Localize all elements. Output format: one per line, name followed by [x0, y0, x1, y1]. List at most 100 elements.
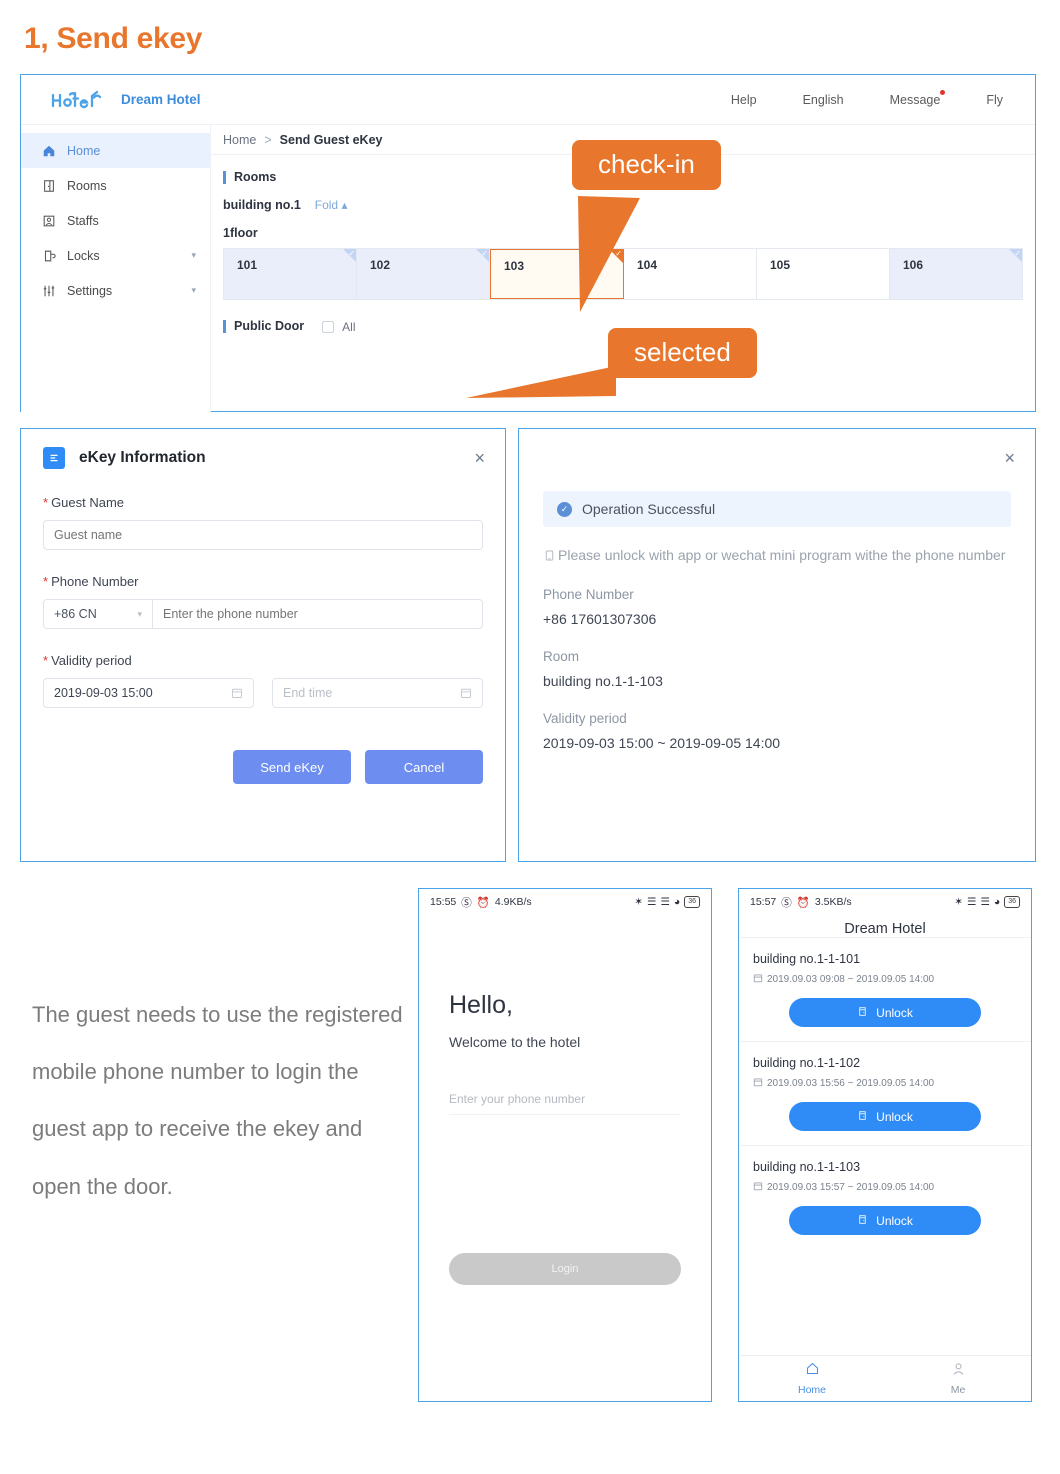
callout-check-in-pointer — [578, 196, 640, 312]
ekey-validity: 2019.09.03 15:56 ~ 2019.09.05 14:00 — [753, 1077, 1017, 1090]
status-time: 15:57 — [750, 896, 777, 908]
guest-name-field: * Guest Name — [43, 495, 483, 550]
guest-name-label: * Guest Name — [43, 495, 483, 510]
bottom-tab-bar: Home Me — [739, 1355, 1031, 1401]
cancel-button[interactable]: Cancel — [365, 750, 483, 784]
status-bar: 15:57 Ⓢ ⏰ 3.5KB/s ✶ ☰ ☰ ◕ 36 — [739, 889, 1031, 915]
tab-me[interactable]: Me — [885, 1356, 1031, 1401]
sidebar-item-home[interactable]: Home — [21, 133, 210, 168]
phone-device-icon — [543, 545, 556, 565]
room-card-102[interactable]: 102 ✓ — [357, 248, 490, 299]
guest-name-input[interactable] — [43, 520, 483, 550]
country-code-select[interactable]: +86 CN ▾ — [43, 599, 153, 629]
door-icon — [857, 1110, 868, 1124]
person-icon — [951, 1361, 966, 1381]
unlock-button-label: Unlock — [876, 1005, 913, 1020]
building-name: building no.1 — [223, 197, 301, 212]
nav-message[interactable]: Message — [889, 89, 946, 107]
room-value: building no.1-1-103 — [543, 673, 663, 690]
phone-number-input[interactable] — [153, 599, 483, 629]
fold-label: Fold — [314, 197, 339, 212]
status-icons: ✶ ☰ ☰ ◕ 36 — [954, 896, 1020, 908]
public-door-all-checkbox[interactable]: All — [322, 320, 356, 334]
send-ekey-button[interactable]: Send eKey — [233, 750, 351, 784]
validity-period-label: * Validity period — [43, 653, 483, 668]
top-nav: Help English Message Fly — [731, 89, 1003, 107]
callout-check-in-bubble: check-in — [572, 140, 721, 190]
success-phone-group: Phone Number +86 17601307306 — [543, 587, 1011, 627]
required-mark: * — [43, 495, 49, 510]
battery-icon: 36 — [1004, 896, 1020, 908]
tab-home-label: Home — [797, 1384, 826, 1396]
tab-home[interactable]: Home — [739, 1356, 885, 1401]
user-id-icon — [41, 213, 56, 228]
end-time-input[interactable]: End time — [272, 678, 483, 708]
sidebar-item-label: Locks — [67, 248, 100, 263]
status-icons: ✶ ☰ ☰ ◕ 36 — [634, 896, 700, 908]
unlock-button[interactable]: Unlock — [789, 1206, 981, 1235]
sidebar-item-rooms[interactable]: Rooms — [21, 168, 210, 203]
sidebar-item-label: Staffs — [67, 213, 99, 228]
room-card-101[interactable]: 101 ✓ — [224, 248, 357, 299]
nav-english[interactable]: English — [803, 93, 844, 107]
app-title: Dream Hotel — [844, 921, 926, 937]
network-speed: 4.9KB/s — [494, 896, 532, 908]
phone-number-field: * Phone Number +86 CN ▾ — [43, 574, 483, 629]
calendar-icon — [753, 1181, 763, 1194]
callout-check-in: check-in — [572, 140, 721, 312]
fold-toggle[interactable]: Fold ▴ — [315, 198, 348, 212]
breadcrumb-separator: > — [264, 132, 272, 147]
unlock-button[interactable]: Unlock — [789, 1102, 981, 1131]
sidebar: Home Rooms Staffs Locks ▾ Settings ▾ — [21, 125, 211, 412]
room-number: 101 — [237, 257, 258, 272]
close-icon[interactable]: × — [474, 449, 485, 467]
ekey-validity: 2019.09.03 09:08 ~ 2019.09.05 14:00 — [753, 973, 1017, 986]
list-item: building no.1-1-101 2019.09.03 09:08 ~ 2… — [739, 937, 1031, 1027]
check-mark-icon: ✓ — [481, 248, 488, 258]
success-validity-group: Validity period 2019-09-03 15:00 ~ 2019-… — [543, 711, 1011, 751]
wifi-icon: ◕ — [993, 896, 1001, 908]
required-mark: * — [43, 574, 49, 589]
start-time-input[interactable]: 2019-09-03 15:00 — [43, 678, 254, 708]
end-time-placeholder: End time — [283, 686, 333, 700]
message-badge-dot — [940, 89, 946, 95]
chevron-down-icon: ▾ — [137, 608, 142, 619]
nav-message-label: Message — [889, 92, 941, 107]
room-number: 102 — [370, 257, 391, 272]
dialog-header: eKey Information × — [21, 429, 505, 469]
validity-period-field: * Validity period 2019-09-03 15:00 End ti… — [43, 653, 483, 708]
signal-1-icon: ☰ — [967, 896, 977, 908]
breadcrumb-home[interactable]: Home — [223, 133, 256, 147]
wifi-icon: ◕ — [673, 896, 681, 908]
room-card-106[interactable]: 106 ✓ — [890, 248, 1022, 299]
unlock-button[interactable]: Unlock — [789, 998, 981, 1027]
close-icon[interactable]: × — [1004, 449, 1015, 467]
login-button[interactable]: Login — [449, 1253, 681, 1285]
ekey-room-name: building no.1-1-101 — [753, 952, 861, 966]
validity-value: 2019-09-03 15:00 ~ 2019-09-05 14:00 — [543, 735, 781, 752]
sidebar-item-label: Rooms — [67, 178, 107, 193]
guest-app-ekey-list-screen: 15:57 Ⓢ ⏰ 3.5KB/s ✶ ☰ ☰ ◕ 36 Dream Hotel… — [738, 888, 1032, 1402]
status-bar: 15:55 Ⓢ ⏰ 4.9KB/s ✶ ☰ ☰ ◕ 36 — [419, 889, 711, 915]
battery-icon: 36 — [684, 896, 700, 908]
nav-help[interactable]: Help — [731, 93, 757, 107]
chevron-up-icon: ▴ — [341, 197, 348, 212]
nav-fly[interactable]: Fly — [986, 93, 1003, 107]
lock-icon — [41, 248, 56, 263]
document-icon — [43, 447, 65, 469]
phone-number-value: +86 17601307306 — [543, 611, 657, 628]
country-code-value: +86 CN — [54, 607, 97, 621]
signal-1-icon: ☰ — [647, 896, 657, 908]
checkbox-box — [322, 320, 335, 333]
sidebar-item-locks[interactable]: Locks ▾ — [21, 238, 210, 273]
guest-app-login-screen: 15:55 Ⓢ ⏰ 4.9KB/s ✶ ☰ ☰ ◕ 36 Hello, Welc… — [418, 888, 712, 1402]
calendar-icon — [753, 1077, 763, 1090]
sidebar-item-settings[interactable]: Settings ▾ — [21, 273, 210, 308]
ekey-room-name: building no.1-1-102 — [753, 1056, 861, 1070]
sidebar-item-staffs[interactable]: Staffs — [21, 203, 210, 238]
dialog-title: eKey Information — [79, 449, 206, 466]
phone-number-input[interactable]: Enter your phone number — [449, 1092, 681, 1115]
calendar-icon — [753, 973, 763, 986]
success-room-group: Room building no.1-1-103 — [543, 649, 1011, 689]
dialog-body: *Guest Name *Phone Number +86 CN ▾ *Vali… — [21, 469, 505, 784]
